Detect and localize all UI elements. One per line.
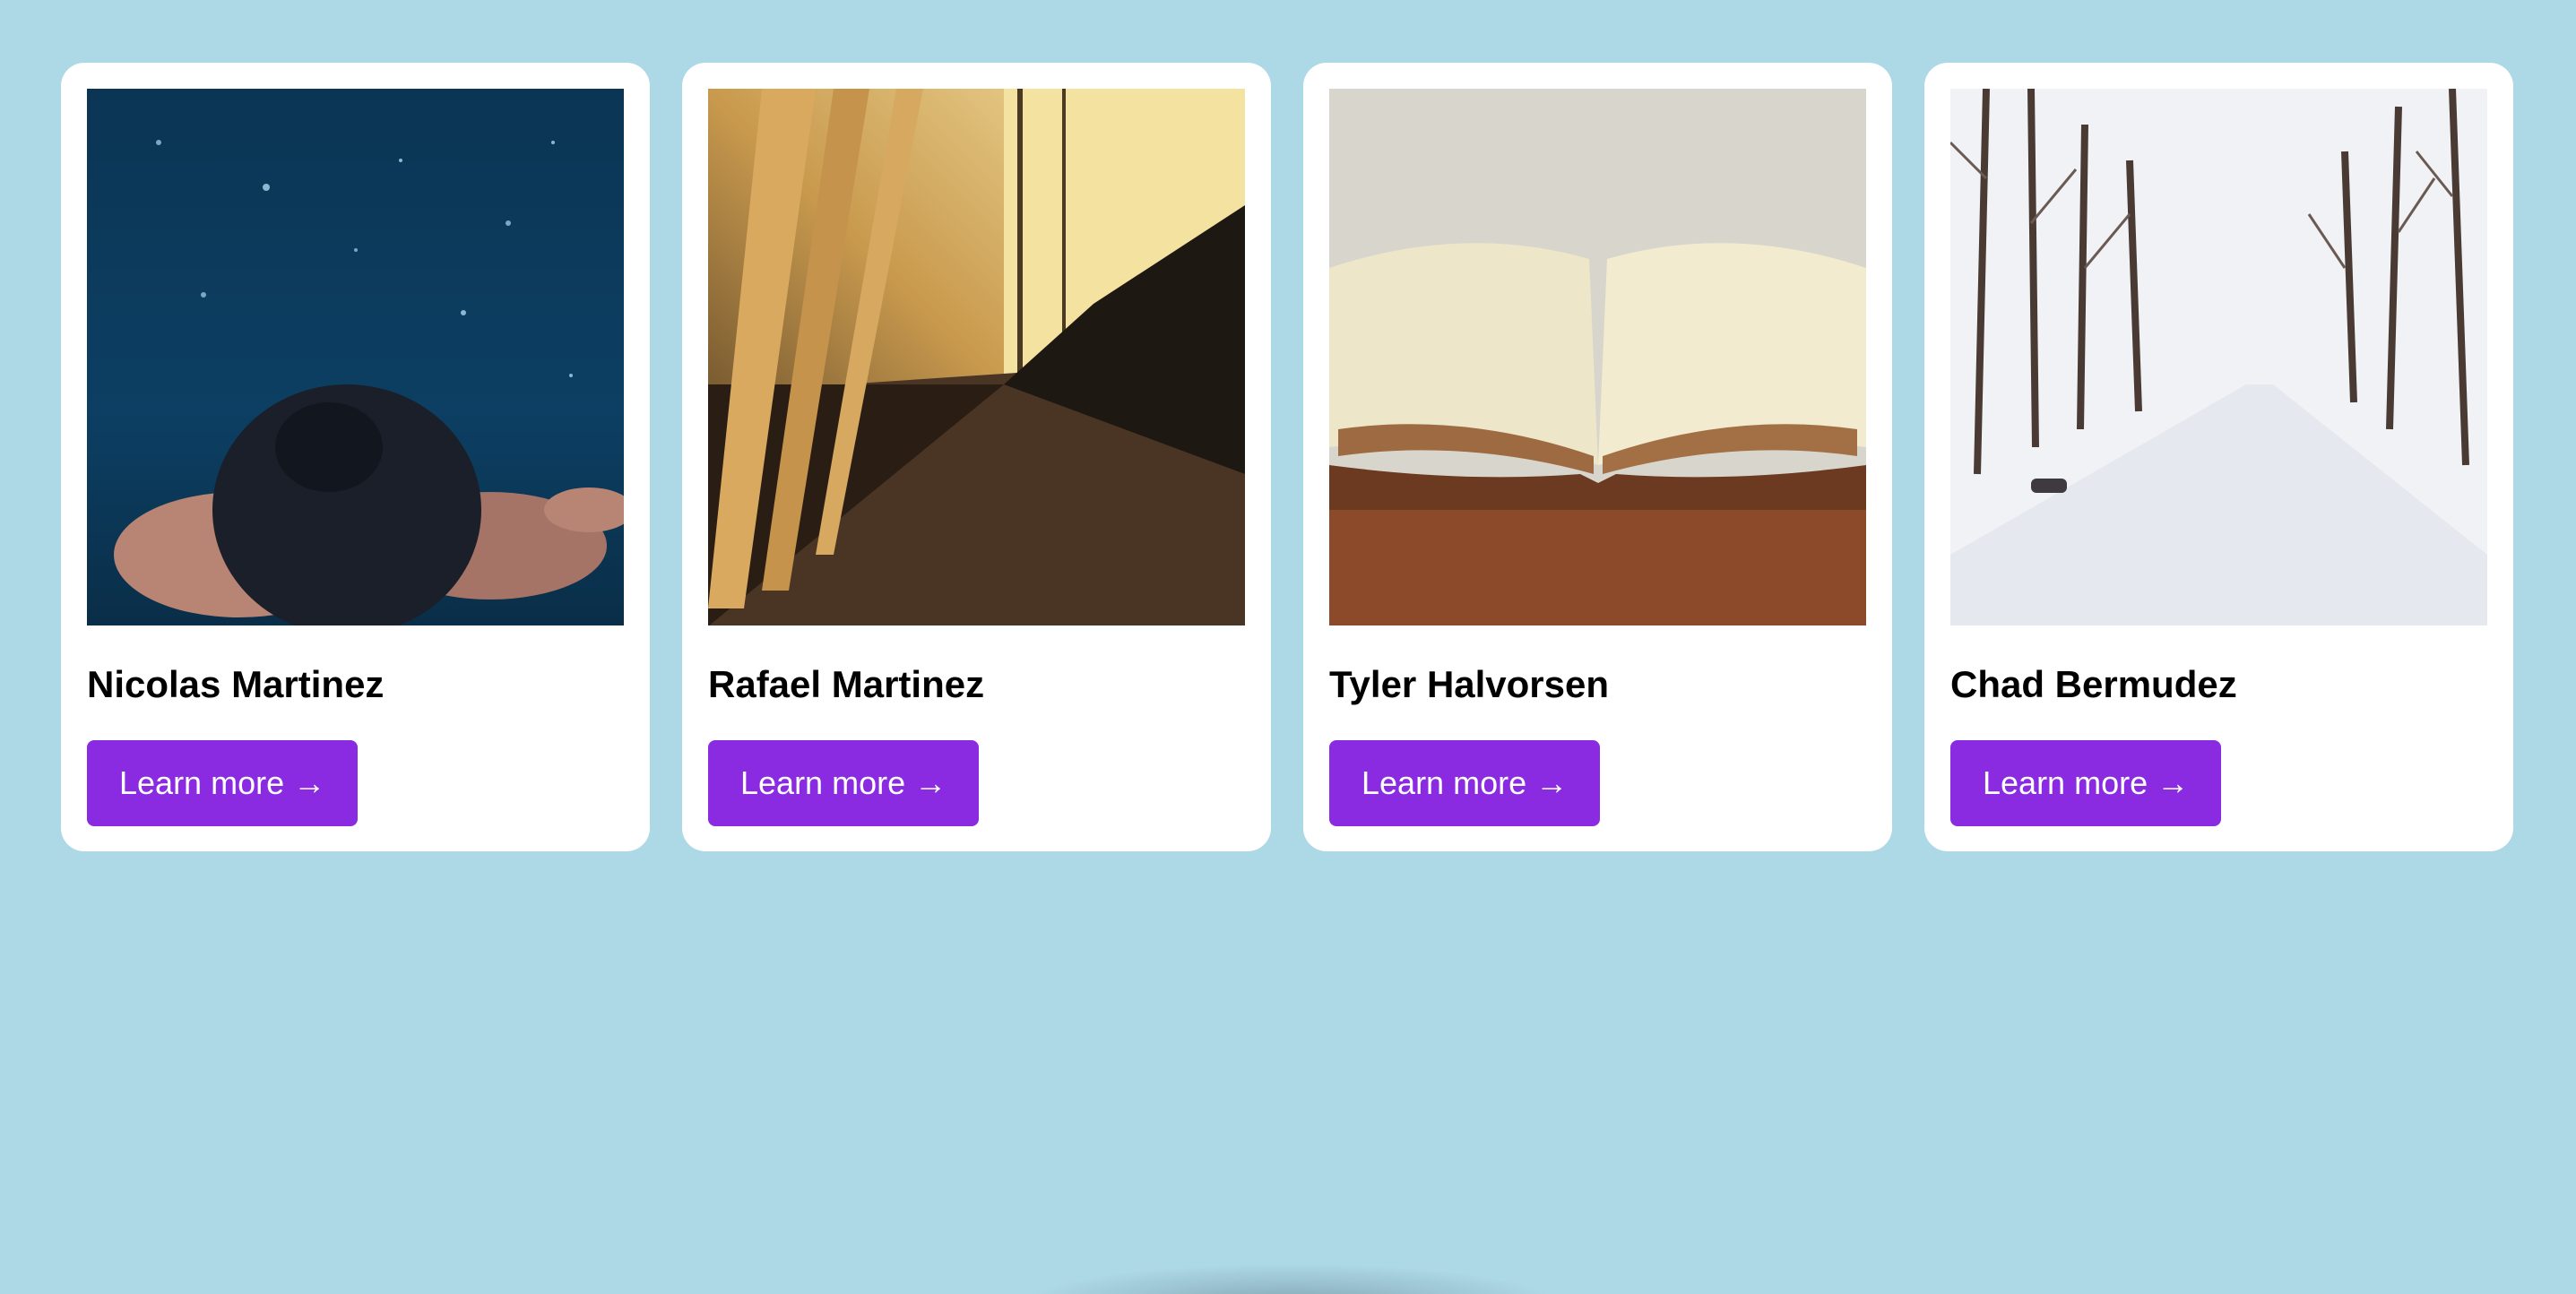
learn-more-button[interactable]: Learn more → [1950,740,2222,826]
profile-card: Chad Bermudez Learn more → [1924,63,2513,851]
card-title: Tyler Halvorsen [1329,663,1610,705]
bottom-shadow [1022,1264,1560,1294]
card-grid: Nicolas Martinez Learn more → Rafael Mar… [61,63,2513,851]
snowy-road-photo [1950,89,2487,625]
card-title: Rafael Martinez [708,663,985,705]
card-title: Chad Bermudez [1950,663,2237,705]
profile-card: Tyler Halvorsen Learn more → [1303,63,1892,851]
underwater-swimmer-photo [87,89,624,625]
learn-more-button[interactable]: Learn more → [87,740,359,826]
profile-card: Nicolas Martinez Learn more → [61,63,650,851]
piano-keys-photo [708,89,1245,625]
profile-card: Rafael Martinez Learn more → [682,63,1271,851]
learn-more-button[interactable]: Learn more → [1329,740,1601,826]
open-book-photo [1329,89,1866,625]
card-title: Nicolas Martinez [87,663,385,705]
page: Nicolas Martinez Learn more → Rafael Mar… [0,0,2576,1294]
learn-more-button[interactable]: Learn more → [708,740,980,826]
